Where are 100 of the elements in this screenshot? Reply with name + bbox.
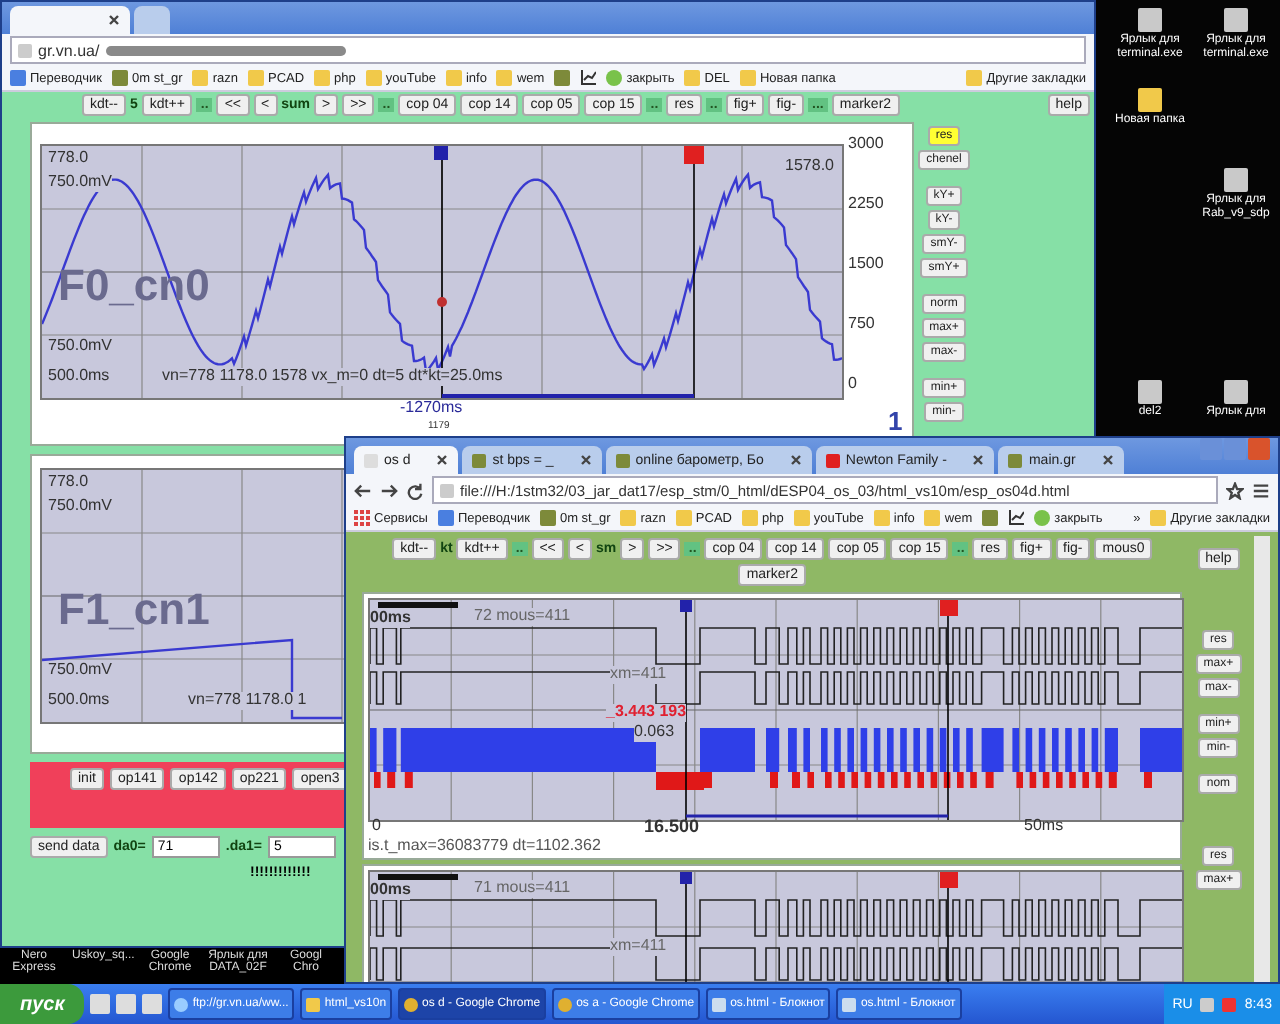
shortcut-icon [1224, 8, 1248, 32]
site-icon [112, 70, 129, 86]
site-icon [554, 70, 571, 86]
page-icon [364, 453, 378, 467]
scale-bar [378, 602, 458, 608]
scale-volts: 750.0mV [48, 662, 113, 680]
shortcut-icon [1224, 380, 1248, 404]
folder-icon [192, 70, 209, 86]
scale-bar [378, 874, 458, 880]
apps-grid-icon [354, 510, 370, 526]
translate-icon [10, 70, 26, 86]
folder-icon [306, 997, 321, 1011]
mouse-readout: 71 mous=411 [474, 880, 571, 898]
folder-icon [675, 510, 692, 526]
close-icon[interactable] [108, 14, 120, 26]
folder-icon [966, 70, 983, 86]
scale-volts: 750.0mV [48, 338, 113, 356]
quick-launch-icon[interactable] [116, 994, 137, 1014]
folder-icon [314, 70, 331, 86]
top-scale: 750.0mV [48, 174, 113, 192]
site-icon [472, 453, 487, 467]
scale-time: 500.0ms [48, 692, 110, 710]
folder-icon [793, 510, 810, 526]
folder-icon [1150, 510, 1167, 526]
globe-icon [174, 997, 189, 1011]
cursor-time: -1270ms [400, 400, 463, 418]
chart-icon [1008, 510, 1025, 526]
shortcut-icon [1138, 8, 1162, 32]
close-icon[interactable] [972, 454, 985, 466]
scale-time: 500.0ms [48, 368, 110, 386]
notepad-icon [712, 997, 727, 1011]
right-value: 1578.0 [785, 158, 834, 176]
quick-launch-icon[interactable] [142, 994, 163, 1014]
top-value: 778.0 [48, 474, 89, 492]
menu-icon[interactable] [1252, 481, 1270, 499]
channel-label: F1_cn1 [58, 586, 210, 635]
mouse-readout: 72 mous=411 [474, 608, 571, 626]
folder-icon [684, 70, 701, 86]
folder-icon [496, 70, 513, 86]
axis-tick-label: 3000 [848, 136, 884, 154]
readout-text: vn=778 1178.0 1 [188, 692, 307, 710]
time-label: 00ms [370, 610, 411, 628]
chart-icon [580, 70, 597, 86]
video-icon [825, 453, 840, 467]
cursor-marker [680, 872, 692, 884]
time-label: 00ms [370, 882, 411, 900]
close-icon[interactable] [579, 454, 592, 466]
site-icon [539, 510, 556, 526]
cursor-time: 16.500 [644, 818, 700, 838]
close-icon[interactable] [789, 454, 802, 466]
folder-icon [247, 70, 264, 86]
shortcut-icon [1224, 168, 1248, 192]
xm-readout: xm=411 [610, 666, 667, 684]
folder-icon [620, 510, 637, 526]
page-icon [440, 483, 454, 497]
folder-icon [365, 70, 382, 86]
address-field[interactable]: gr.vn.ua/ [10, 36, 1086, 64]
folder-icon [741, 510, 758, 526]
back-arrow-icon[interactable] [354, 481, 372, 499]
readout-text: vn=778 1178.0 1578 vx_m=0 dt=5 dt*kt=25.0ms [162, 368, 503, 386]
info-text: is.t_max=36083779 dt=1102.362 [368, 838, 601, 856]
cursor-marker [684, 146, 704, 164]
folder-icon [924, 510, 941, 526]
close-icon[interactable] [1101, 454, 1114, 466]
axis-tick-label: 1500 [848, 256, 884, 274]
axis-tick-label: 2250 [848, 196, 884, 214]
forward-arrow-icon[interactable] [380, 481, 398, 499]
close-icon[interactable] [436, 454, 449, 466]
measure-readout: _3.443 193 [606, 704, 687, 722]
cursor-marker [940, 872, 958, 888]
top-value: 778.0 [48, 150, 89, 168]
axis-tick-label: 0 [848, 376, 857, 394]
shortcut-icon [1138, 380, 1162, 404]
page-icon [18, 43, 32, 57]
cursor-marker [940, 600, 958, 616]
shortcut-icon [1138, 88, 1162, 112]
chrome-icon [404, 997, 419, 1011]
folder-icon [445, 70, 462, 86]
folder-icon [739, 70, 756, 86]
quick-launch-icon[interactable] [90, 994, 111, 1014]
xm-readout: xm=411 [610, 938, 667, 956]
axis-tick-label: 750 [848, 316, 875, 334]
start-button[interactable]: пуск [0, 984, 85, 1024]
reload-icon[interactable] [406, 481, 424, 499]
site-icon [615, 453, 630, 467]
top-scale: 750.0mV [48, 498, 113, 516]
cursor-marker [434, 146, 448, 160]
delta-readout: 0.063 [634, 724, 675, 742]
site-icon [982, 510, 999, 526]
page-number: 1 [888, 408, 903, 437]
point-marker [437, 297, 447, 307]
leaf-icon [606, 70, 623, 86]
star-icon[interactable] [1226, 481, 1244, 499]
folder-icon [873, 510, 890, 526]
site-icon [1008, 453, 1023, 467]
notepad-icon [842, 997, 857, 1011]
translate-icon [437, 510, 454, 526]
url-text: gr.vn.ua/ [38, 41, 100, 59]
cursor-marker [680, 600, 692, 612]
leaf-icon [1034, 510, 1051, 526]
